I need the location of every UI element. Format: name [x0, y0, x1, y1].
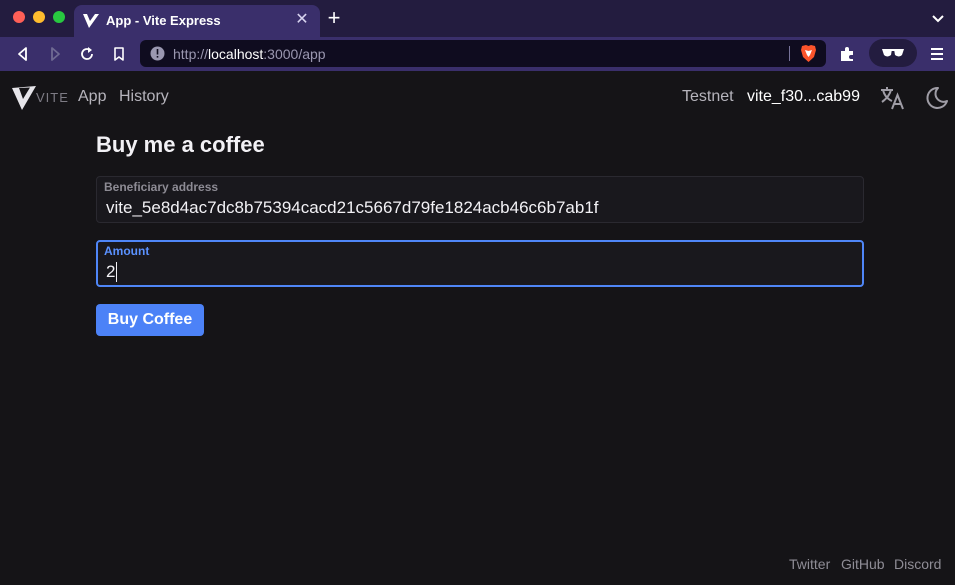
brave-shields-icon[interactable]	[800, 44, 817, 63]
address-separator	[789, 46, 790, 61]
bookmark-icon[interactable]	[110, 45, 128, 63]
reload-icon[interactable]	[78, 45, 96, 63]
info-icon[interactable]	[150, 46, 165, 61]
amount-field[interactable]: Amount 2	[96, 240, 864, 287]
browser-toolbar: http://localhost:3000/app	[0, 37, 955, 71]
chevron-down-icon[interactable]	[928, 8, 948, 28]
vite-favicon-icon	[83, 14, 99, 28]
window-maximize-button[interactable]	[53, 11, 65, 23]
nav-link-app[interactable]: App	[78, 88, 106, 106]
translate-icon[interactable]	[879, 85, 905, 111]
beneficiary-address-value: vite_5e8d4ac7dc8b75394cacd21c5667d79fe18…	[106, 198, 599, 217]
vite-logo[interactable]: VITE	[12, 84, 68, 110]
extensions-puzzle-icon[interactable]	[838, 45, 856, 63]
page-title: Buy me a coffee	[96, 132, 265, 157]
browser-titlebar: App - Vite Express ✕ +	[0, 0, 955, 37]
amount-label: Amount	[104, 244, 150, 258]
footer-link-discord[interactable]: Discord	[894, 556, 941, 572]
footer-link-twitter[interactable]: Twitter	[789, 556, 830, 572]
new-tab-plus-icon[interactable]: +	[324, 7, 344, 29]
network-selector[interactable]: Testnet	[682, 88, 734, 106]
text-caret	[116, 262, 117, 282]
window-close-button[interactable]	[13, 11, 25, 23]
back-arrow-icon[interactable]	[14, 45, 32, 63]
hamburger-menu-icon[interactable]	[929, 45, 945, 63]
close-icon[interactable]: ✕	[293, 11, 311, 29]
nav-link-history[interactable]: History	[119, 88, 169, 106]
account-address[interactable]: vite_f30...cab99	[747, 88, 860, 106]
forward-arrow-icon[interactable]	[46, 45, 64, 63]
logo-text: VITE	[36, 90, 69, 105]
url-text: http://localhost:3000/app	[173, 46, 326, 62]
beneficiary-address-label: Beneficiary address	[104, 180, 219, 194]
amount-input[interactable]: 2	[106, 262, 846, 282]
browser-tab-active[interactable]: App - Vite Express ✕	[74, 5, 320, 37]
footer-link-github[interactable]: GitHub	[841, 556, 885, 572]
address-bar[interactable]: http://localhost:3000/app	[140, 40, 826, 67]
vite-logo-icon	[12, 86, 36, 110]
moon-icon[interactable]	[923, 85, 949, 111]
beneficiary-address-field[interactable]: Beneficiary address vite_5e8d4ac7dc8b753…	[96, 176, 864, 223]
page-viewport: VITE App History Testnet vite_f30...cab9…	[0, 71, 955, 585]
tab-title: App - Vite Express	[106, 13, 221, 28]
window-minimize-button[interactable]	[33, 11, 45, 23]
sunglasses-icon	[882, 49, 904, 57]
buy-coffee-button[interactable]: Buy Coffee	[96, 304, 204, 336]
profile-button[interactable]	[869, 39, 917, 67]
